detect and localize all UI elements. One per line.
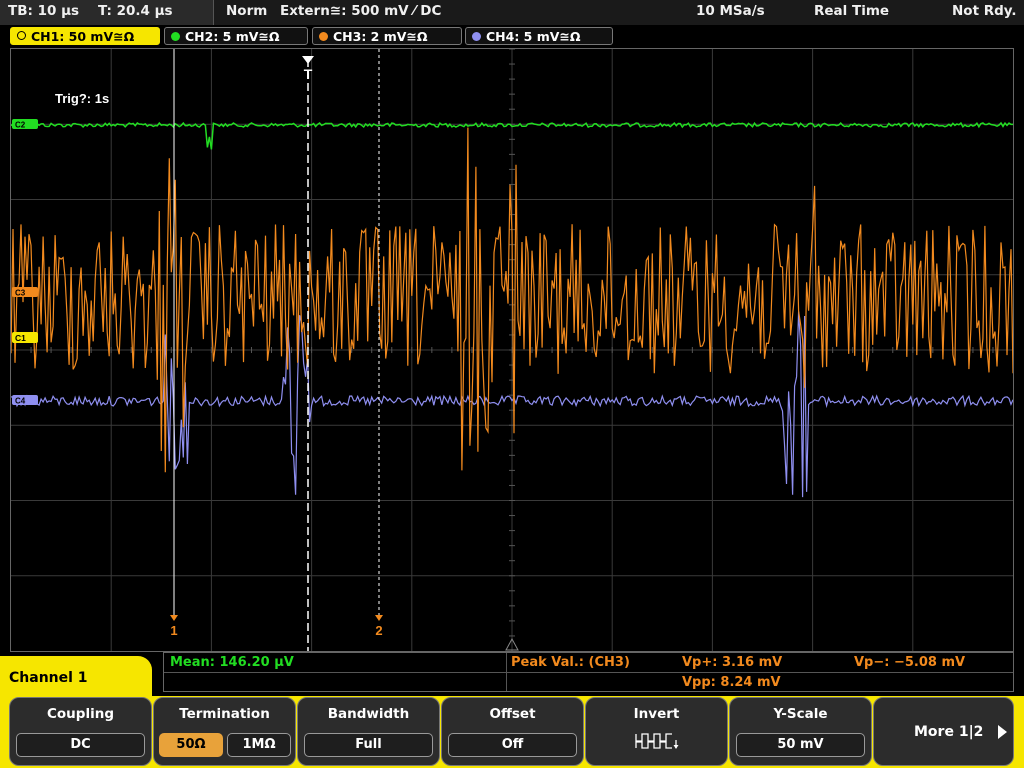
- channel-tab-label: CH1: 50 mV≅Ω: [31, 29, 135, 44]
- measurement-col-divider: [506, 653, 507, 691]
- cursor-2-marker-icon: [375, 615, 383, 621]
- bandwidth-softkey[interactable]: Bandwidth Full: [297, 697, 440, 766]
- waveform-display[interactable]: T Trig?: 1s 1 2 C2 C3 C1 C4: [10, 48, 1014, 652]
- coupling-label: Coupling: [47, 706, 114, 722]
- trigger-wait-text: Trig?: 1s: [55, 91, 109, 106]
- trigger-source[interactable]: Extern≅: 500 mV ⁄ DC: [280, 3, 441, 19]
- measurement-peak-title: Peak Val.: (CH3): [511, 655, 630, 670]
- more-label: More 1|2: [914, 724, 984, 740]
- ch2-marker-label: C2: [15, 121, 26, 130]
- cursor-1-label: 1: [170, 623, 177, 638]
- more-softkey[interactable]: More 1|2: [873, 697, 1014, 766]
- yscale-label: Y-Scale: [773, 706, 828, 722]
- coupling-softkey[interactable]: Coupling DC: [9, 697, 152, 766]
- ch3-marker-label: C3: [15, 289, 26, 298]
- menu-title-tab: Channel 1: [0, 656, 152, 700]
- acquisition-state: Not Rdy.: [952, 3, 1017, 19]
- measurement-vpp: Vpp: 8.24 mV: [682, 675, 781, 690]
- channel-tab-ch4[interactable]: CH4: 5 mV≅Ω: [465, 27, 613, 45]
- offset-value[interactable]: Off: [448, 733, 577, 757]
- trigger-position-icon[interactable]: [302, 56, 314, 64]
- ch2-offset-marker[interactable]: C2: [12, 119, 38, 130]
- channel-dot-icon: [17, 31, 26, 40]
- ch4-marker-label: C4: [15, 397, 26, 406]
- channel-tab-ch3[interactable]: CH3: 2 mV≅Ω: [312, 27, 462, 45]
- next-page-arrow-icon: [998, 725, 1007, 739]
- ch4-offset-marker[interactable]: C4: [12, 395, 38, 406]
- sample-rate: 10 MSa/s: [696, 3, 765, 19]
- cursor-2-label: 2: [375, 623, 382, 638]
- termination-50ohm-option[interactable]: 50Ω: [159, 733, 223, 757]
- trigger-position-readout: T: 20.4 µs: [98, 3, 173, 19]
- timebase-panel[interactable]: TB: 10 µs T: 20.4 µs: [0, 0, 214, 25]
- channel-tab-bar: CH1: 50 mV≅Ω CH2: 5 mV≅Ω CH3: 2 mV≅Ω CH4…: [0, 25, 1024, 47]
- offset-label: Offset: [489, 706, 536, 722]
- offset-softkey[interactable]: Offset Off: [441, 697, 584, 766]
- inverted-square-wave-icon: [635, 733, 679, 749]
- measurement-mean: Mean: 146.20 µV: [170, 655, 294, 670]
- termination-1mohm-option[interactable]: 1MΩ: [227, 733, 291, 757]
- channel-tab-label: CH3: 2 mV≅Ω: [333, 29, 428, 44]
- channel-dot-icon: [472, 32, 481, 41]
- menu-title: Channel 1: [9, 670, 88, 686]
- channel-tab-label: CH2: 5 mV≅Ω: [185, 29, 280, 44]
- channel-dot-icon: [171, 32, 180, 41]
- acquisition-mode: Real Time: [814, 3, 890, 19]
- ch1-offset-marker[interactable]: C1: [12, 332, 38, 343]
- channel-dot-icon: [319, 32, 328, 41]
- channel-tab-ch2[interactable]: CH2: 5 mV≅Ω: [164, 27, 308, 45]
- trigger-mode[interactable]: Norm: [226, 3, 267, 19]
- ch1-marker-label: C1: [15, 333, 26, 343]
- termination-softkey[interactable]: Termination 50Ω 1MΩ: [153, 697, 296, 766]
- invert-label: Invert: [633, 706, 680, 722]
- bandwidth-value[interactable]: Full: [304, 733, 433, 757]
- measurement-row-divider: [164, 672, 1013, 673]
- waveform-canvas: T Trig?: 1s 1 2 C2 C3 C1 C4: [11, 49, 1013, 651]
- yscale-value[interactable]: 50 mV: [736, 733, 865, 757]
- channel-tab-label: CH4: 5 mV≅Ω: [486, 29, 581, 44]
- trigger-marker-label: T: [304, 66, 313, 82]
- timebase-readout: TB: 10 µs: [8, 3, 80, 19]
- status-bar: TB: 10 µs T: 20.4 µs Norm Extern≅: 500 m…: [0, 0, 1024, 25]
- coupling-value[interactable]: DC: [16, 733, 145, 757]
- bandwidth-label: Bandwidth: [327, 706, 410, 722]
- ch3-offset-marker[interactable]: C3: [12, 287, 38, 298]
- measurement-vp-plus: Vp+: 3.16 mV: [682, 655, 783, 670]
- measurement-vp-minus: Vp−: −5.08 mV: [854, 655, 966, 670]
- invert-softkey[interactable]: Invert: [585, 697, 728, 766]
- channel-tab-ch1[interactable]: CH1: 50 mV≅Ω: [10, 27, 160, 45]
- cursor-1-marker-icon: [170, 615, 178, 621]
- measurement-panel: Mean: 146.20 µV Peak Val.: (CH3) Vp+: 3.…: [163, 652, 1014, 692]
- yscale-softkey[interactable]: Y-Scale 50 mV: [729, 697, 872, 766]
- termination-label: Termination: [179, 706, 270, 722]
